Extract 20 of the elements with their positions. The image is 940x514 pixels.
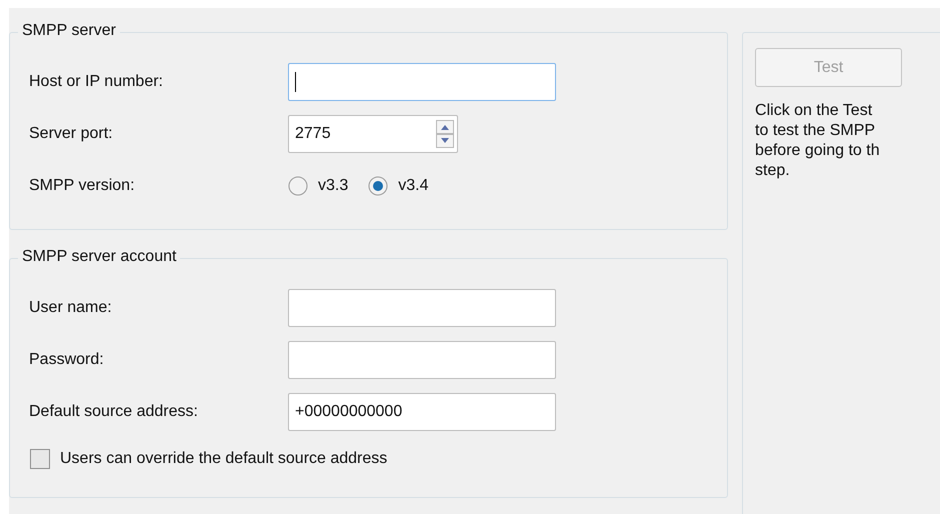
input-field[interactable]	[288, 289, 556, 327]
spin-up-icon[interactable]	[436, 120, 454, 134]
checkbox[interactable]	[30, 449, 50, 469]
field-label: Server port:	[29, 125, 114, 143]
input-field[interactable]	[288, 63, 556, 101]
field-label: SMPP version:	[29, 177, 136, 195]
field-label: Password:	[29, 351, 105, 369]
radio-option[interactable]: v3.3	[288, 176, 348, 196]
input-field[interactable]	[288, 341, 556, 379]
spin-field[interactable]: 2775	[288, 115, 458, 153]
input-field[interactable]: +00000000000	[288, 393, 556, 431]
radio-option[interactable]: v3.4	[368, 176, 428, 196]
radio-icon[interactable]	[288, 176, 308, 196]
field-label: Default source address:	[29, 403, 199, 421]
checkbox-label: Users can override the default source address	[60, 450, 388, 468]
help-text: Click on the Test to test the SMPP before going to th step.	[755, 101, 881, 181]
spin-down-icon[interactable]	[436, 134, 454, 148]
field-label: Host or IP number:	[29, 73, 164, 91]
field-label: User name:	[29, 299, 113, 317]
radio-icon[interactable]	[368, 176, 388, 196]
